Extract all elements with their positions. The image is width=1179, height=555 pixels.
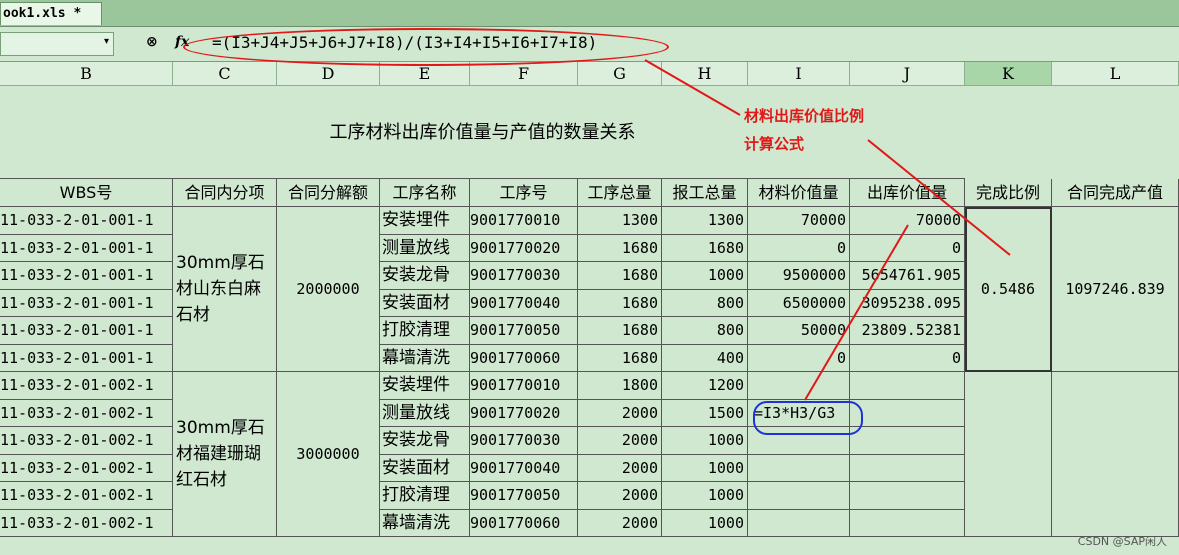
arrow-to-formula — [644, 59, 741, 116]
annotation-line1: 材料出库价值比例 — [744, 107, 865, 125]
arrow-to-cell-formula — [804, 224, 909, 401]
sheet-bottom-strip — [0, 541, 1179, 555]
arrow-to-ratio — [867, 139, 1011, 256]
watermark: CSDN @SAP闲人 — [1077, 535, 1167, 548]
annotation-arrows — [644, 59, 1011, 401]
annotation-line2: 计算公式 — [744, 135, 805, 153]
